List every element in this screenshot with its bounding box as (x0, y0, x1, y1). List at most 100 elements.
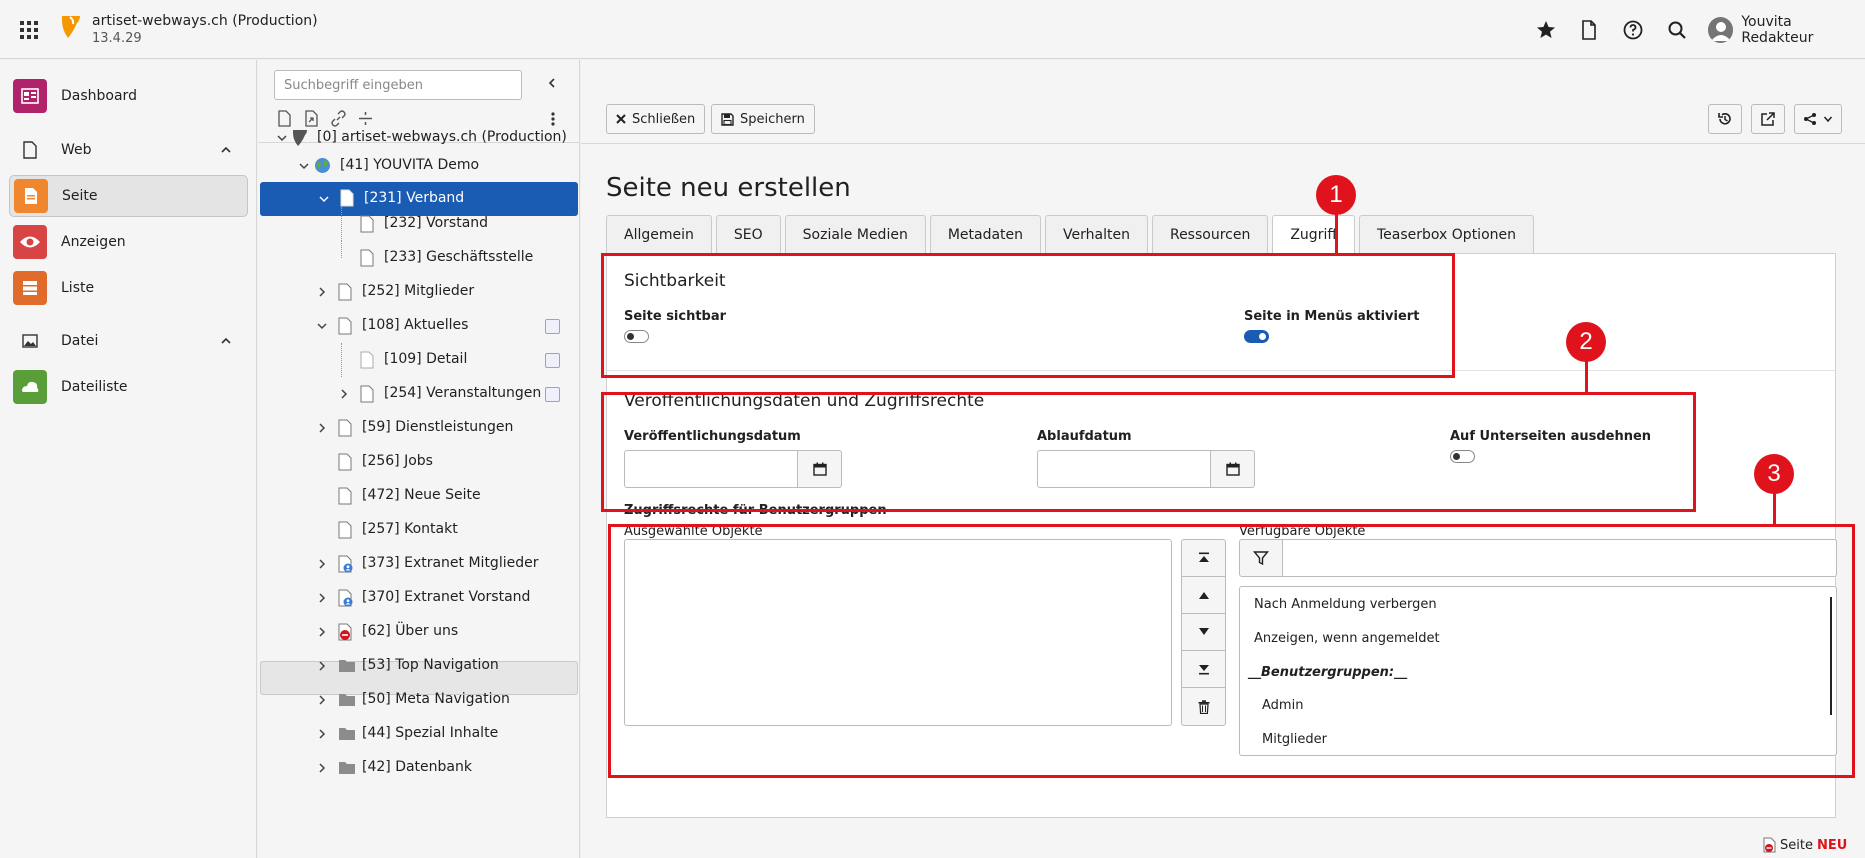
tree-node-label: [232] Vorstand (384, 215, 489, 231)
site-title[interactable]: artiset-webways.ch (Production) (92, 13, 318, 29)
tab-seo[interactable]: SEO (715, 215, 781, 254)
news-plugin-badge (545, 319, 560, 334)
collapse-tree-icon[interactable] (546, 77, 558, 89)
save-button[interactable]: Speichern (711, 104, 815, 134)
chevron-right-icon[interactable] (316, 422, 328, 434)
tree-node[interactable]: [53] Top Navigation (258, 649, 576, 683)
tab-zugriff[interactable]: Zugriff (1272, 215, 1355, 254)
module-group-datei[interactable]: Datei (9, 324, 248, 358)
tree-node[interactable]: [50] Meta Navigation (258, 683, 576, 717)
chevron-down-icon[interactable] (276, 132, 288, 144)
user-menu[interactable]: Youvita Redakteur (1708, 14, 1865, 46)
tree-node[interactable]: [373] Extranet Mitglieder (258, 547, 576, 581)
list-icon (13, 271, 47, 305)
module-dateiliste[interactable]: Dateiliste (9, 366, 248, 408)
close-label: Schließen (632, 111, 696, 127)
chevron-right-icon[interactable] (338, 388, 350, 400)
tab-ressourcen[interactable]: Ressourcen (1151, 215, 1269, 254)
help-icon[interactable] (1622, 19, 1644, 41)
news-plugin-badge (545, 353, 560, 368)
tree-node[interactable]: [256] Jobs (258, 445, 576, 479)
chevron-down-icon[interactable] (298, 160, 310, 172)
tree-node[interactable]: [233] Geschäftsstelle (258, 241, 576, 275)
module-label: Liste (61, 280, 95, 296)
chevron-right-icon[interactable] (316, 286, 328, 298)
tab-verhalten[interactable]: Verhalten (1045, 215, 1148, 254)
tree-node[interactable]: [370] Extranet Vorstand (258, 581, 576, 615)
bookmark-star-icon[interactable] (1535, 19, 1557, 41)
tree-node[interactable]: [41] YOUVITA Demo (258, 149, 576, 183)
chevron-up-icon[interactable] (220, 144, 232, 156)
news-plugin-badge (545, 387, 560, 402)
chevron-right-icon[interactable] (316, 762, 328, 774)
tree-node[interactable]: [109] Detail (258, 343, 576, 377)
folder-icon (338, 692, 355, 710)
tree-node[interactable]: [62] Über uns (258, 615, 576, 649)
tree-node-label: [231] Verband (364, 190, 465, 206)
tree-node[interactable]: [42] Datenbank (258, 751, 576, 785)
chevron-right-icon[interactable] (316, 728, 328, 740)
module-seite[interactable]: Seite (9, 175, 248, 217)
page-tree-panel: [0] artiset-webways.ch (Production) [41]… (258, 60, 580, 858)
chevron-right-icon[interactable] (316, 626, 328, 638)
tree-node-label: [254] Veranstaltungen (384, 385, 542, 401)
tree-node[interactable]: [59] Dienstleistungen (258, 411, 576, 445)
chevron-up-icon[interactable] (220, 335, 232, 347)
module-group-web[interactable]: Web (9, 133, 248, 167)
tab-soziale-medien[interactable]: Soziale Medien (784, 215, 926, 254)
tree-node[interactable]: [232] Vorstand (258, 207, 576, 241)
close-button[interactable]: Schließen (606, 104, 706, 134)
module-liste[interactable]: Liste (9, 267, 248, 309)
share-icon (1803, 112, 1817, 126)
typo3-root-icon (292, 129, 308, 147)
tree-node[interactable]: [257] Kontakt (258, 513, 576, 547)
share-dropdown-button[interactable] (1794, 104, 1842, 134)
open-new-window-button[interactable] (1751, 104, 1785, 134)
page-icon (338, 521, 354, 539)
page-icon (360, 351, 376, 369)
chevron-down-icon[interactable] (318, 193, 330, 205)
annotation-marker-2: 2 (1566, 322, 1606, 362)
tab-metadaten[interactable]: Metadaten (929, 215, 1042, 254)
app-menu-icon[interactable] (18, 19, 40, 41)
tree-line (341, 343, 342, 377)
module-group-label: Datei (61, 333, 99, 349)
tree-node[interactable]: [252] Mitglieder (258, 275, 576, 309)
tree-node-label: [108] Aktuelles (362, 317, 469, 333)
tree-node-label: [252] Mitglieder (362, 283, 475, 299)
tree-node[interactable]: [108] Aktuelles (258, 309, 576, 343)
tree-node-label: [62] Über uns (362, 623, 459, 639)
history-button[interactable] (1708, 104, 1742, 134)
tree-search-input[interactable] (274, 70, 522, 100)
site-version: 13.4.29 (92, 31, 142, 46)
tree-node-label: [59] Dienstleistungen (362, 419, 514, 435)
doc-header: Schließen Speichern (581, 60, 1865, 144)
annotation-box-1 (601, 253, 1455, 378)
close-icon (616, 114, 626, 124)
tab-teaserbox-optionen[interactable]: Teaserbox Optionen (1359, 215, 1534, 254)
search-icon[interactable] (1666, 19, 1688, 41)
tab-allgemein[interactable]: Allgemein (606, 215, 712, 254)
page-new-label: NEU (1816, 837, 1848, 853)
history-icon (1717, 111, 1733, 127)
page-icon (338, 419, 354, 437)
module-anzeigen[interactable]: Anzeigen (9, 221, 248, 263)
chevron-right-icon[interactable] (316, 592, 328, 604)
tree-node[interactable]: [254] Veranstaltungen (258, 377, 576, 411)
page-status-badge: Seite NEU (1763, 837, 1847, 853)
tree-node[interactable]: [472] Neue Seite (258, 479, 576, 513)
tab-bar: Allgemein SEO Soziale Medien Metadaten V… (606, 215, 1538, 254)
chevron-right-icon[interactable] (316, 694, 328, 706)
chevron-down-icon[interactable] (316, 320, 328, 332)
annotation-box-3 (608, 524, 1855, 778)
folder-icon (338, 658, 355, 676)
module-dashboard[interactable]: Dashboard (9, 75, 248, 117)
page-icon (13, 133, 47, 167)
tree-node[interactable]: [44] Spezial Inhalte (258, 717, 576, 751)
document-icon[interactable] (1578, 19, 1600, 41)
chevron-right-icon[interactable] (316, 660, 328, 672)
chevron-right-icon[interactable] (316, 558, 328, 570)
restricted-page-icon (338, 589, 354, 607)
typo3-logo[interactable] (60, 14, 82, 40)
save-icon (721, 112, 734, 126)
